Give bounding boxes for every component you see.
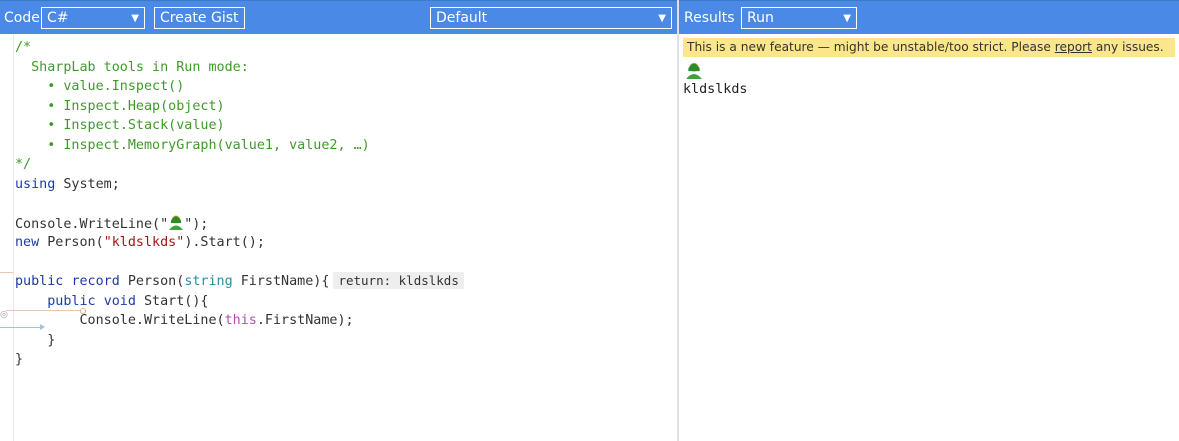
branch-select[interactable]: Default ▼ (430, 7, 672, 29)
lightbulb-icon[interactable]: ◎ (0, 310, 8, 320)
code-line: new Person("kldslkds").Start(); (15, 233, 464, 253)
code-line: public record Person(string FirstName){r… (15, 272, 464, 292)
results-pane: This is a new feature — might be unstabl… (679, 34, 1179, 441)
branch-select-value: Default (436, 10, 488, 26)
code-line: using System; (15, 175, 464, 195)
language-select-value: C# (47, 10, 69, 26)
create-gist-button[interactable]: Create Gist (154, 7, 245, 29)
code-token: Start(){ (135, 293, 209, 309)
toolbar: Code C# ▼ Create Gist Default ▼ Results … (0, 0, 1179, 34)
code-line: public void Start(){ (15, 292, 464, 312)
chevron-down-icon: ▼ (131, 13, 139, 24)
code-token: } (15, 352, 24, 367)
keyword-this: this (224, 313, 257, 328)
person-emoji-icon (685, 61, 702, 79)
code-token: .FirstName); (256, 313, 354, 328)
code-label: Code (4, 10, 40, 26)
code-token: Console.WriteLine(" (15, 216, 169, 232)
bullet-icon: • (47, 137, 56, 153)
warning-text-end: any issues. (1091, 40, 1164, 54)
person-emoji-icon (168, 214, 184, 230)
bullet-icon: • (47, 118, 56, 133)
type-name: string (184, 274, 233, 289)
chevron-down-icon: ▼ (658, 13, 666, 24)
code-token: ).Start(); (184, 235, 265, 250)
code-token: "); (184, 216, 209, 232)
code-line: • Inspect.Heap(object) (15, 97, 464, 117)
comment-item: Inspect.Heap(object) (63, 98, 225, 114)
mode-select-value: Run (747, 10, 774, 26)
keyword: record (71, 274, 120, 289)
inline-return-value: return: kldslkds (333, 272, 464, 289)
output-text: kldslkds (683, 82, 748, 97)
string-literal: "kldslkds" (103, 235, 185, 250)
code-token: } (47, 332, 56, 348)
code-token: Person( (39, 235, 104, 250)
code-line: • Inspect.MemoryGraph(value1, value2, …) (15, 136, 464, 156)
code-token: FirstName){ (232, 274, 330, 289)
code-token: Console.WriteLine( (79, 313, 225, 328)
code-line: • value.Inspect() (15, 77, 464, 97)
comment-item: Inspect.MemoryGraph(value1, value2, …) (63, 137, 370, 153)
language-select[interactable]: C# ▼ (41, 7, 145, 29)
code-editor[interactable]: ◎ /* SharpLab tools in Run mode: • value… (0, 34, 677, 441)
code-text[interactable]: /* SharpLab tools in Run mode: • value.I… (15, 38, 464, 370)
mode-select[interactable]: Run ▼ (741, 7, 857, 29)
code-line: } (15, 350, 464, 370)
code-line: /* (15, 40, 32, 55)
chevron-down-icon: ▼ (843, 13, 851, 24)
code-line: Console.WriteLine(this.FirstName); (15, 311, 464, 331)
keyword: public (15, 274, 64, 289)
keyword: public (47, 293, 96, 309)
keyword: new (15, 235, 40, 250)
editor-gutter (0, 34, 14, 441)
code-line: • Inspect.Stack(value) (15, 116, 464, 136)
code-token: System; (55, 176, 120, 192)
bullet-icon: • (47, 79, 56, 94)
code-token: Person( (127, 274, 185, 289)
bullet-icon: • (47, 98, 56, 114)
flow-line (0, 272, 13, 273)
comment-item: value.Inspect() (63, 79, 185, 94)
warning-text: This is a new feature — might be unstabl… (687, 40, 1055, 54)
code-line: } (15, 331, 464, 351)
code-line: SharpLab tools in Run mode: (15, 59, 249, 75)
report-link[interactable]: report (1055, 40, 1092, 54)
results-label: Results (684, 10, 735, 26)
code-line: */ (15, 157, 32, 172)
keyword: void (103, 293, 136, 309)
code-line: Console.WriteLine(" "); (15, 214, 464, 234)
feature-warning-banner: This is a new feature — might be unstabl… (683, 38, 1175, 57)
keyword: using (15, 176, 56, 192)
comment-item: Inspect.Stack(value) (63, 118, 225, 133)
